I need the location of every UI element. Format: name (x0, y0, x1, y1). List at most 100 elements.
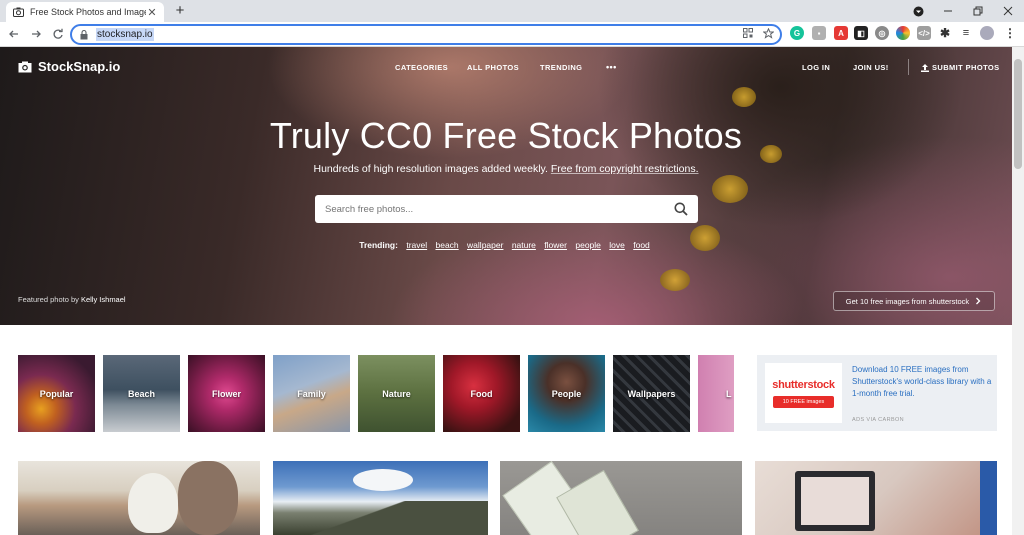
promo-label: Get 10 free images from shutterstock (845, 296, 970, 306)
nav-all-photos[interactable]: ALL PHOTOS (467, 63, 519, 72)
reading-list-icon[interactable]: ≡ (959, 26, 973, 40)
grammarly-extension-icon[interactable]: G (790, 26, 804, 40)
browser-toolbar: stocksnap.io G ▪ A ◧ ◎ </> ✱ ≡ ⋮ (0, 22, 1024, 47)
submit-photos-label: SUBMIT PHOTOS (932, 63, 1000, 72)
featured-photo-credit: Featured photo by Kelly Ishmael (18, 295, 126, 304)
credit-author-link[interactable]: Kelly Ishmael (81, 295, 126, 304)
trending-tag[interactable]: wallpaper (467, 240, 503, 250)
carbon-ad[interactable]: shutterstock 10 FREE images Download 10 … (757, 355, 997, 431)
back-icon[interactable] (6, 26, 22, 42)
category-label: Nature (382, 388, 411, 399)
photo-tile-couple[interactable] (18, 461, 260, 535)
category-tile-popular[interactable]: Popular (18, 355, 95, 432)
chevron-right-icon (976, 297, 981, 305)
hero-subtitle-text: Hundreds of high resolution images added… (313, 163, 551, 175)
category-tile-people[interactable]: People (528, 355, 605, 432)
nav-join[interactable]: JOIN US! (853, 63, 889, 72)
menu-kebab-icon[interactable]: ⋮ (1003, 26, 1017, 40)
forward-icon[interactable] (28, 26, 44, 42)
browser-tabbar: Free Stock Photos and Images ✕ + (0, 0, 1024, 22)
url-text[interactable]: stocksnap.io (96, 28, 154, 41)
shutterstock-logo[interactable]: shutterstock 10 FREE images (765, 363, 842, 423)
category-label: Food (470, 388, 493, 399)
trending-tag[interactable]: people (575, 240, 601, 250)
category-tile-nature[interactable]: Nature (358, 355, 435, 432)
shutterstock-wordmark: shutterstock (772, 378, 835, 391)
trending-tag[interactable]: flower (544, 240, 567, 250)
hero-banner: StockSnap.io CATEGORIES ALL PHOTOS TREND… (0, 47, 1012, 325)
ad-cta-button[interactable]: 10 FREE images (772, 395, 835, 408)
reload-icon[interactable] (50, 26, 66, 42)
category-label: Popular (39, 388, 74, 399)
submit-photos-button[interactable]: SUBMIT PHOTOS (921, 63, 1000, 72)
page-scrollbar[interactable] (1012, 47, 1024, 535)
nav-categories[interactable]: CATEGORIES (395, 63, 448, 72)
category-strip: Popular Beach Flower Family Nature Food … (18, 355, 734, 432)
trending-tag[interactable]: nature (512, 240, 536, 250)
close-window-icon[interactable] (994, 0, 1022, 22)
trending-tags: Trending: travel beach wallpaper nature … (0, 240, 1012, 250)
credit-prefix: Featured photo by (18, 295, 81, 304)
photo-detail (128, 473, 178, 533)
logo-text: StockSnap.io (38, 59, 121, 74)
ad-text-link[interactable]: Download 10 FREE images from Shutterstoc… (852, 364, 992, 400)
search-box (315, 195, 698, 223)
photo-tile-money[interactable] (500, 461, 742, 535)
chat-extension-icon[interactable]: ▪ (812, 26, 826, 40)
shutterstock-promo-button[interactable]: Get 10 free images from shutterstock (833, 291, 995, 311)
photo-tile-laptop[interactable] (755, 461, 997, 535)
trending-tag[interactable]: beach (436, 240, 459, 250)
browser-tab[interactable]: Free Stock Photos and Images ✕ (6, 2, 164, 22)
qr-code-icon[interactable] (743, 28, 753, 42)
restore-icon[interactable] (964, 0, 992, 22)
search-icon[interactable] (674, 202, 688, 216)
flower-decoration (732, 87, 756, 107)
camera-icon (12, 6, 24, 18)
puzzle-extensions-icon[interactable]: ✱ (938, 26, 952, 40)
category-tile-wallpapers[interactable]: Wallpapers (613, 355, 690, 432)
trending-tag[interactable]: travel (406, 240, 427, 250)
category-label: Beach (127, 388, 155, 399)
category-tile-beach[interactable]: Beach (103, 355, 180, 432)
nav-trending[interactable]: TRENDING (540, 63, 582, 72)
code-extension-icon[interactable]: </> (917, 26, 931, 40)
category-tile-family[interactable]: Family (273, 355, 350, 432)
category-label: Flower (211, 388, 241, 399)
trending-tag[interactable]: love (609, 240, 625, 250)
nav-more-icon[interactable]: ••• (606, 62, 617, 72)
flower-decoration (712, 175, 748, 203)
scrollbar-thumb[interactable] (1014, 59, 1022, 169)
trending-label: Trending: (359, 240, 398, 250)
search-input[interactable] (325, 203, 674, 215)
category-tile-food[interactable]: Food (443, 355, 520, 432)
bookmark-star-icon[interactable] (762, 27, 775, 42)
photo-tile-mountains[interactable] (273, 461, 488, 535)
category-tile-flower[interactable]: Flower (188, 355, 265, 432)
photo-detail (980, 461, 997, 535)
category-label: Wallpapers (627, 388, 676, 399)
capture-extension-icon[interactable]: ◎ (875, 26, 889, 40)
hero-title: Truly CC0 Free Stock Photos (269, 115, 743, 156)
dark-extension-icon[interactable]: ◧ (854, 26, 868, 40)
nav-login[interactable]: LOG IN (802, 63, 830, 72)
trending-tag[interactable]: food (633, 240, 650, 250)
color-extension-icon[interactable] (896, 26, 910, 40)
adblock-extension-icon[interactable]: A (834, 26, 848, 40)
new-tab-button[interactable]: + (172, 2, 188, 20)
category-tile-love[interactable]: L (698, 355, 734, 432)
photo-detail (273, 501, 488, 535)
flower-decoration (660, 269, 690, 291)
site-logo[interactable]: StockSnap.io (18, 59, 120, 74)
avatar[interactable] (980, 26, 994, 40)
lock-icon[interactable] (80, 29, 90, 40)
copyright-link[interactable]: Free from copyright restrictions. (551, 163, 699, 175)
address-bar[interactable]: stocksnap.io (70, 24, 782, 45)
profile-dropdown-icon[interactable] (904, 0, 932, 22)
photo-detail (178, 461, 238, 535)
close-tab-icon[interactable]: ✕ (146, 6, 158, 19)
tab-title: Free Stock Photos and Images (30, 7, 146, 17)
category-label: People (551, 388, 582, 399)
photo-detail (353, 469, 413, 491)
ads-via-carbon[interactable]: ADS VIA CARBON (852, 417, 904, 423)
minimize-icon[interactable] (934, 0, 962, 22)
